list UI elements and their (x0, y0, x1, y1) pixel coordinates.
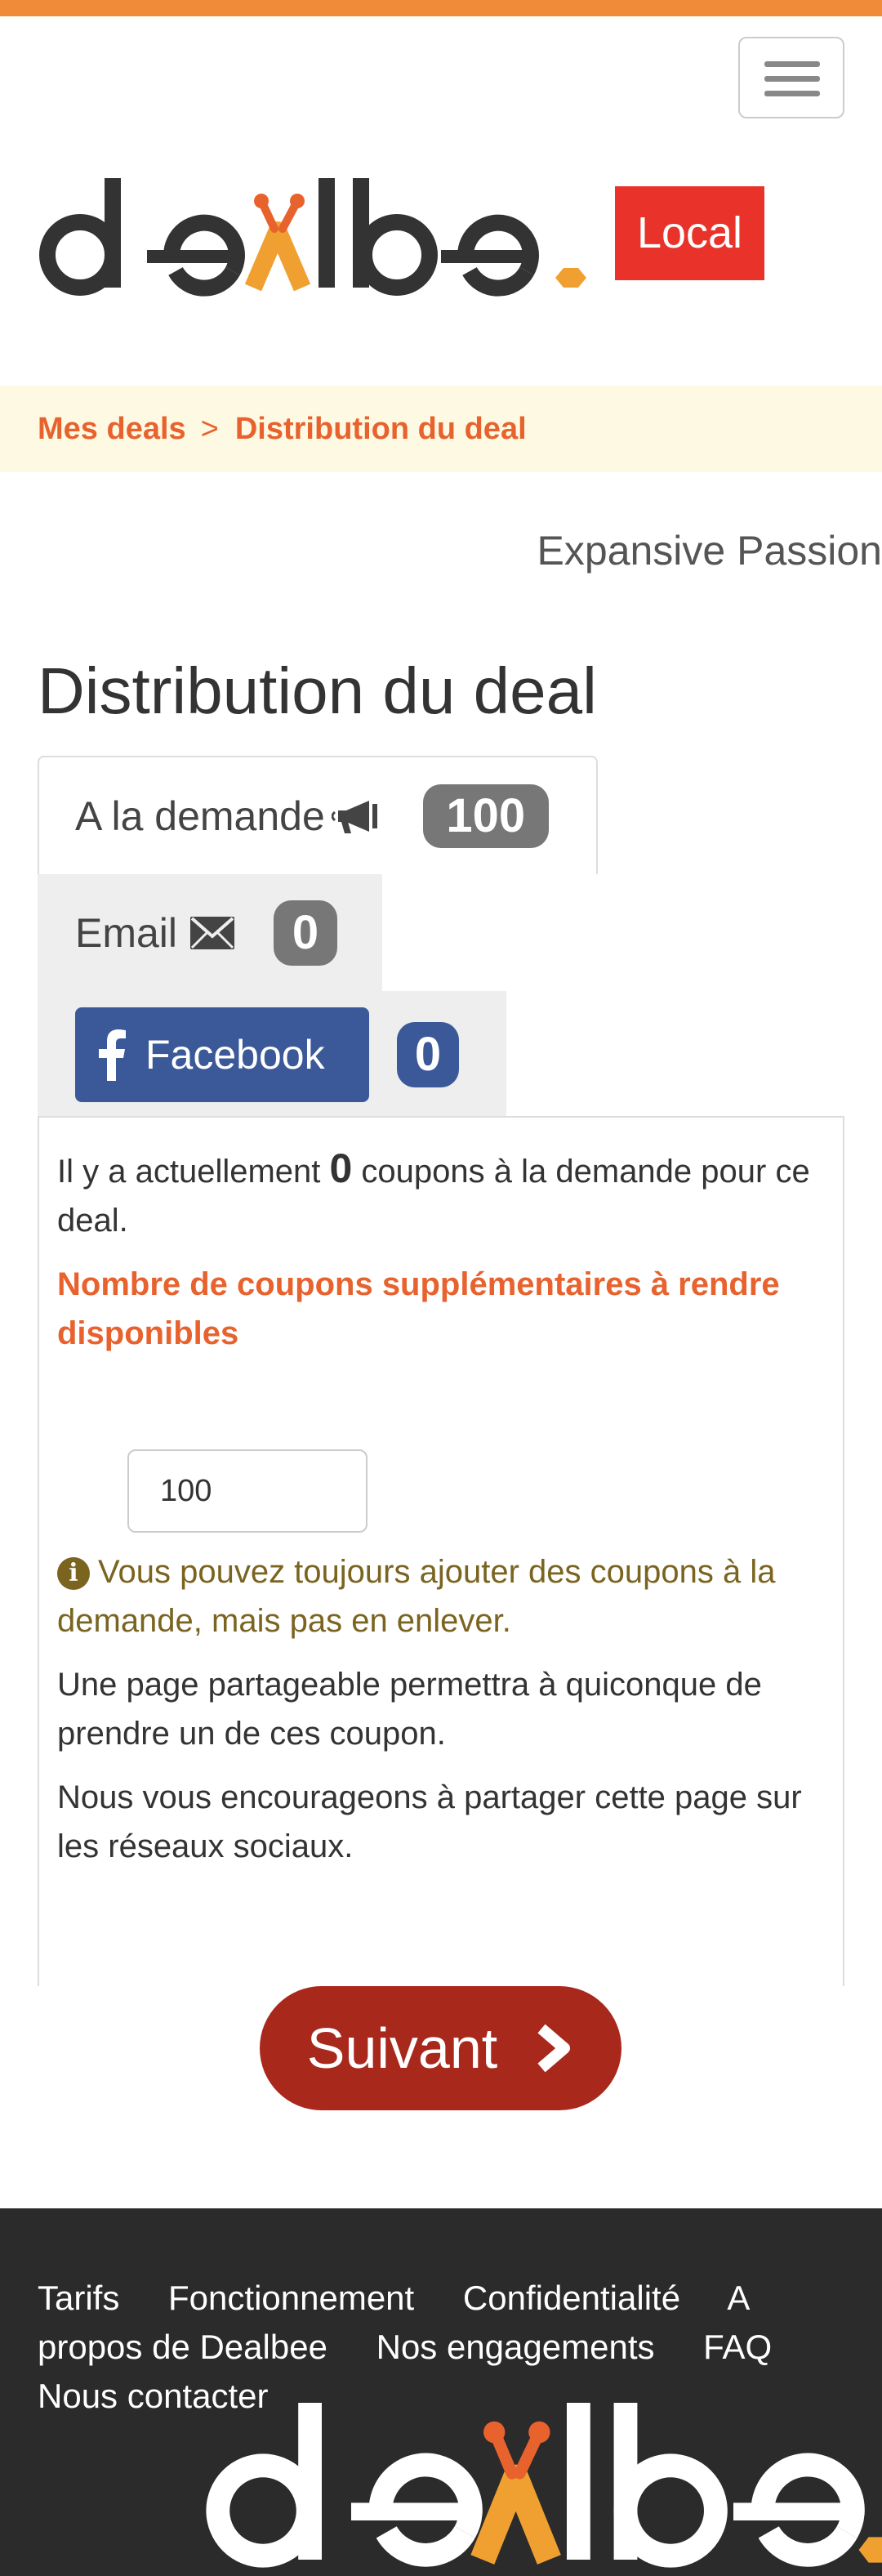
facebook-button[interactable]: Facebook (75, 1007, 369, 1102)
tab-email[interactable]: Email 0 (38, 874, 382, 991)
next-button-label: Suivant (306, 2016, 498, 2080)
menu-toggle-button[interactable] (738, 37, 844, 118)
info-note-text: Vous pouvez toujours ajouter des coupons… (57, 1554, 776, 1639)
hamburger-icon-bar (764, 91, 820, 96)
footer-link-confidentialite[interactable]: Confidentialité (463, 2279, 680, 2317)
info-note: i Vous pouvez toujours ajouter des coupon… (57, 1547, 825, 1645)
tab-count-badge: 100 (422, 784, 549, 848)
facebook-label: Facebook (145, 1031, 325, 1078)
distribution-panel: Il y a actuellement 0 coupons à la deman… (38, 1116, 844, 1986)
share-paragraph: Une page partageable permettra à quiconq… (57, 1667, 762, 1752)
tab-label: A la demande (75, 792, 325, 839)
footer: Tarifs Fonctionnement Confidentialité A … (0, 2208, 882, 2576)
company-name: Expansive Passion (537, 528, 882, 574)
page-title: Distribution du deal (38, 654, 597, 727)
breadcrumb-separator: > (200, 411, 219, 446)
chevron-right-icon (533, 2024, 574, 2073)
tab-a-la-demande[interactable]: A la demande 100 (38, 756, 598, 874)
quantity-label: Nombre de coupons supplémentaires à rend… (57, 1266, 780, 1351)
dealbee-footer-logo (206, 2403, 882, 2568)
dealbee-logo[interactable] (33, 172, 604, 302)
hamburger-icon (764, 61, 820, 67)
tab-facebook[interactable]: Facebook 0 (38, 991, 506, 1118)
next-button[interactable]: Suivant (260, 1986, 621, 2110)
footer-link-engagements[interactable]: Nos engagements (376, 2328, 655, 2366)
local-badge: Local (615, 186, 764, 280)
hamburger-icon-bar (764, 76, 820, 82)
tab-count-badge: 0 (274, 900, 338, 966)
coupon-status-prefix: Il y a actuellement (57, 1154, 330, 1190)
footer-link-fonctionnement[interactable]: Fonctionnement (168, 2279, 414, 2317)
megaphone-icon (331, 796, 389, 837)
footer-link-faq[interactable]: FAQ (703, 2328, 772, 2366)
breadcrumb: Mes deals > Distribution du deal (0, 386, 882, 472)
coupon-count: 0 (329, 1145, 353, 1191)
breadcrumb-item-mes-deals[interactable]: Mes deals (38, 412, 186, 447)
tab-label: Email (75, 909, 178, 956)
footer-link-tarifs[interactable]: Tarifs (38, 2279, 119, 2317)
info-icon: i (57, 1557, 90, 1590)
quantity-input[interactable] (127, 1449, 368, 1533)
tab-count-badge: 0 (397, 1021, 459, 1087)
top-accent-strip (0, 0, 882, 16)
breadcrumb-item-distribution[interactable]: Distribution du deal (235, 412, 527, 447)
facebook-icon (98, 1029, 126, 1081)
encourage-paragraph: Nous vous encourageons à partager cette … (57, 1779, 802, 1864)
envelope-icon (189, 915, 236, 951)
coupon-status-text: Il y a actuellement 0 coupons à la deman… (57, 1144, 825, 1245)
